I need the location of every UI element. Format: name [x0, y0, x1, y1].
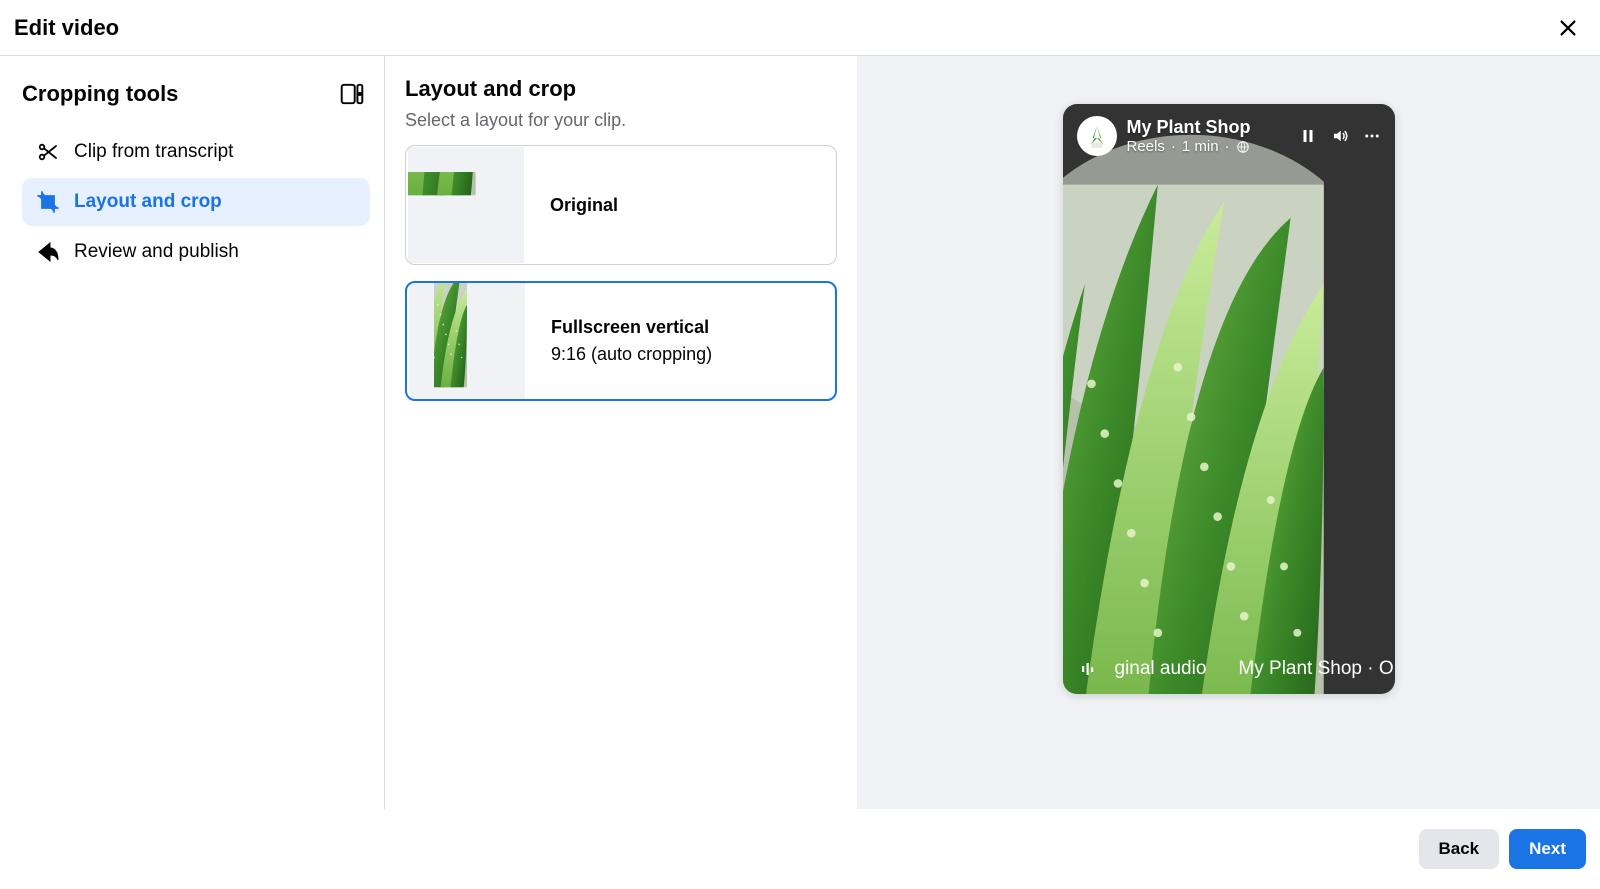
sidebar-header: Cropping tools: [22, 76, 370, 112]
meta-duration: 1 min: [1182, 138, 1219, 155]
channel-meta: Reels · 1 min ·: [1127, 138, 1289, 155]
avatar[interactable]: [1077, 116, 1117, 156]
layout-option-title: Fullscreen vertical: [551, 317, 712, 338]
plant-thumb-icon: [408, 172, 524, 238]
footer: Back Next: [0, 809, 1600, 889]
nav-item-label: Review and publish: [74, 241, 239, 263]
share-icon: [36, 240, 60, 264]
globe-icon: [1236, 140, 1250, 154]
preview-bottom-overlay: ginal audio My Plant Shop · O: [1079, 658, 1395, 680]
attribution: My Plant Shop · O: [1238, 658, 1393, 680]
page-title: Edit video: [14, 15, 119, 41]
header: Edit video: [0, 0, 1600, 56]
volume-icon[interactable]: [1331, 127, 1349, 145]
audio-bars-icon: [1079, 660, 1097, 678]
panel-title: Layout and crop: [405, 76, 837, 102]
meta-type: Reels: [1127, 138, 1165, 155]
nav-item-review-and-publish[interactable]: Review and publish: [22, 228, 370, 276]
panel-subtitle: Select a layout for your clip.: [405, 110, 837, 131]
nav-item-label: Clip from transcript: [74, 141, 233, 163]
sidebar: Cropping tools Clip from transcript Layo…: [0, 56, 385, 809]
nav-item-layout-and-crop[interactable]: Layout and crop: [22, 178, 370, 226]
panel-collapse-icon: [339, 81, 365, 107]
preview-area: My Plant Shop Reels · 1 min ·: [857, 56, 1600, 809]
avatar-plant-icon: [1084, 123, 1110, 149]
preview-card: My Plant Shop Reels · 1 min ·: [1063, 104, 1395, 694]
layout-panel: Layout and crop Select a layout for your…: [385, 56, 857, 809]
layout-option-fullscreen-vertical[interactable]: Fullscreen vertical 9:16 (auto cropping): [405, 281, 837, 401]
layout-option-subtitle: 9:16 (auto cropping): [551, 344, 712, 365]
preview-video-frame: [1063, 104, 1395, 694]
audio-label: ginal audio: [1115, 658, 1207, 680]
channel-name[interactable]: My Plant Shop: [1127, 117, 1289, 138]
nav-item-clip-from-transcript[interactable]: Clip from transcript: [22, 128, 370, 176]
scissors-icon: [36, 140, 60, 164]
back-button[interactable]: Back: [1419, 829, 1500, 869]
preview-top-overlay: My Plant Shop Reels · 1 min ·: [1077, 116, 1381, 156]
layout-option-title: Original: [550, 195, 618, 216]
plant-thumb-icon: [434, 283, 500, 399]
close-icon: [1557, 17, 1579, 39]
more-icon[interactable]: [1363, 127, 1381, 145]
crop-icon: [36, 190, 60, 214]
layout-thumb-original: [408, 147, 524, 263]
close-button[interactable]: [1550, 10, 1586, 46]
layout-thumb-vertical: [409, 283, 525, 399]
panel-toggle-button[interactable]: [334, 76, 370, 112]
nav-item-label: Layout and crop: [74, 191, 222, 213]
body: Cropping tools Clip from transcript Layo…: [0, 56, 1600, 809]
layout-option-original[interactable]: Original: [405, 145, 837, 265]
pause-icon[interactable]: [1299, 127, 1317, 145]
sidebar-title: Cropping tools: [22, 81, 178, 107]
next-button[interactable]: Next: [1509, 829, 1586, 869]
